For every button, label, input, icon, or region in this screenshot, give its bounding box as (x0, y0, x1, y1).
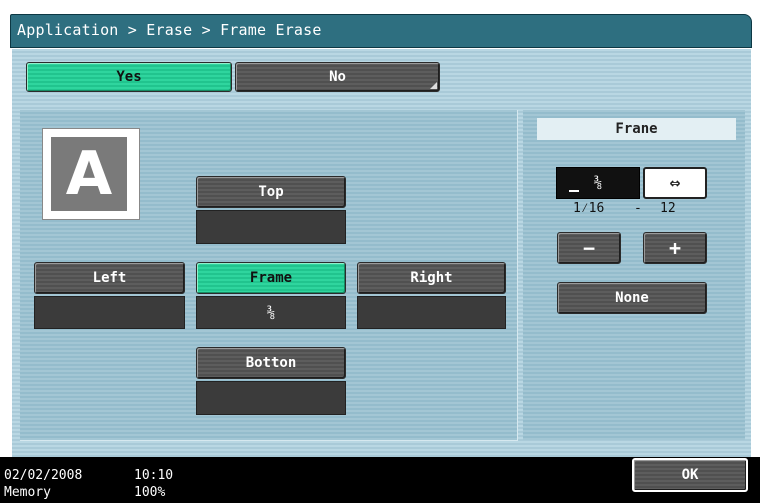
status-time: 10:10 (134, 468, 174, 483)
no-label: No (329, 69, 346, 85)
frame-value: ⅜ (196, 296, 346, 329)
ok-label: OK (681, 467, 699, 483)
left-right-arrow-icon: ⇔ (669, 172, 681, 194)
unit-toggle-button[interactable]: ⇔ (643, 167, 707, 199)
top-button[interactable]: Top (196, 176, 346, 208)
left-label: Left (92, 270, 127, 286)
frame-button[interactable]: Frame (196, 262, 346, 294)
ok-button[interactable]: OK (632, 458, 748, 492)
plus-button[interactable]: + (643, 232, 707, 264)
bottom-button[interactable]: Botton (196, 347, 346, 379)
none-button[interactable]: None (557, 282, 707, 314)
left-value (34, 296, 185, 329)
page-preview-icon: A (42, 128, 140, 220)
memory-value: 100% (134, 485, 166, 500)
minus-button[interactable]: − (557, 232, 621, 264)
frame-setting-area (523, 110, 745, 440)
yes-label: Yes (116, 69, 142, 85)
bottom-label: Botton (245, 355, 297, 371)
input-cursor (569, 190, 579, 192)
title-bar: Application > Erase > Frame Erase (10, 14, 752, 48)
bottom-value (196, 381, 346, 415)
frame-erase-screen: Application > Erase > Frame Erase Yes No… (0, 0, 760, 503)
preview-letter: A (65, 139, 113, 209)
no-button[interactable]: No (235, 62, 440, 92)
frame-header: Frane (537, 118, 736, 140)
plus-icon: + (668, 236, 682, 260)
yes-button[interactable]: Yes (26, 62, 232, 92)
status-date: 02/02/2008 (4, 468, 83, 483)
range-min: 1⁄16 (573, 201, 605, 216)
range-max: 12 (660, 201, 676, 216)
corner-mark-icon (430, 82, 437, 89)
left-button[interactable]: Left (34, 262, 185, 294)
right-label: Right (410, 270, 453, 286)
memory-label: Memory (4, 485, 51, 500)
right-button[interactable]: Right (357, 262, 506, 294)
range-dash: - (634, 201, 642, 216)
top-label: Top (258, 184, 284, 200)
none-label: None (615, 290, 649, 306)
minus-icon: − (582, 236, 596, 260)
frame-value-display: ⅜ (556, 167, 640, 199)
breadcrumb: Application > Erase > Frame Erase (17, 21, 322, 39)
frame-label: Frame (249, 270, 293, 286)
top-value (196, 210, 346, 244)
right-value (357, 296, 506, 329)
